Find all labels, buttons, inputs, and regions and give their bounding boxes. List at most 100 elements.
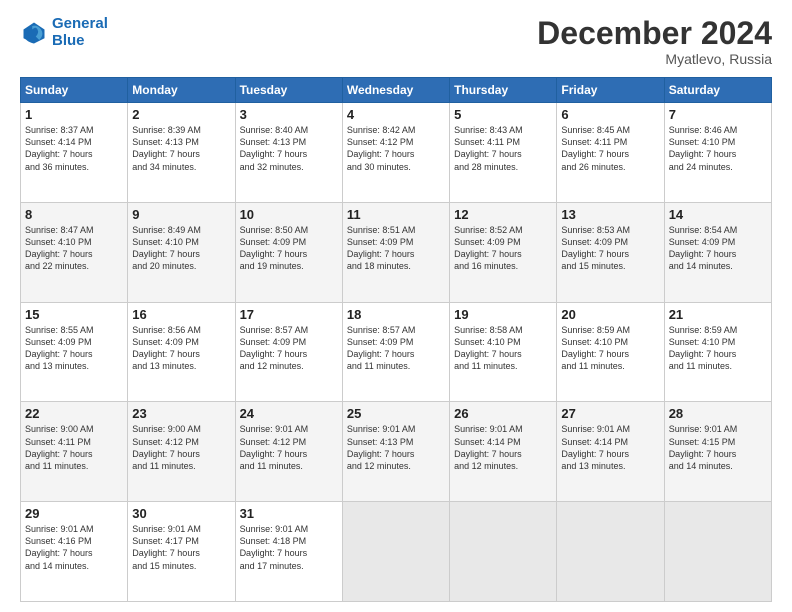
calendar-cell: 27Sunrise: 9:01 AM Sunset: 4:14 PM Dayli… <box>557 402 664 502</box>
day-number: 9 <box>132 207 230 222</box>
day-info: Sunrise: 8:55 AM Sunset: 4:09 PM Dayligh… <box>25 324 123 373</box>
day-info: Sunrise: 8:47 AM Sunset: 4:10 PM Dayligh… <box>25 224 123 273</box>
day-number: 31 <box>240 506 338 521</box>
week-row-1: 8Sunrise: 8:47 AM Sunset: 4:10 PM Daylig… <box>21 202 772 302</box>
calendar-cell: 4Sunrise: 8:42 AM Sunset: 4:12 PM Daylig… <box>342 103 449 203</box>
page: General Blue December 2024 Myatlevo, Rus… <box>0 0 792 612</box>
calendar-cell: 7Sunrise: 8:46 AM Sunset: 4:10 PM Daylig… <box>664 103 771 203</box>
week-row-4: 29 Sunrise: 9:01 AM Sunset: 4:16 PM Dayli… <box>21 502 772 602</box>
day-info: Sunrise: 8:39 AM Sunset: 4:13 PM Dayligh… <box>132 124 230 173</box>
day-number: 30 <box>132 506 230 521</box>
calendar-cell: 18 Sunrise: 8:57 AM Sunset: 4:09 PM Dayli… <box>342 302 449 402</box>
calendar-cell: 11 Sunrise: 8:51 AM Sunset: 4:09 PM Dayli… <box>342 202 449 302</box>
day-number: 3 <box>240 107 338 122</box>
day-info: Sunrise: 9:01 AM Sunset: 4:14 PM Dayligh… <box>454 423 552 472</box>
logo-icon <box>20 19 48 47</box>
calendar-cell: 10 Sunrise: 8:50 AM Sunset: 4:09 PM Dayli… <box>235 202 342 302</box>
day-info: Sunrise: 8:57 AM Sunset: 4:09 PM Dayligh… <box>347 324 445 373</box>
calendar-cell <box>342 502 449 602</box>
calendar-cell: 13 Sunrise: 8:53 AM Sunset: 4:09 PM Dayli… <box>557 202 664 302</box>
month-title: December 2024 <box>537 16 772 51</box>
day-info: Sunrise: 9:01 AM Sunset: 4:13 PM Dayligh… <box>347 423 445 472</box>
day-info: Sunrise: 9:01 AM Sunset: 4:18 PM Dayligh… <box>240 523 338 572</box>
day-number: 13 <box>561 207 659 222</box>
day-number: 25 <box>347 406 445 421</box>
day-number: 2 <box>132 107 230 122</box>
calendar-cell: 25 Sunrise: 9:01 AM Sunset: 4:13 PM Dayli… <box>342 402 449 502</box>
col-header-friday: Friday <box>557 78 664 103</box>
calendar-cell: 15 Sunrise: 8:55 AM Sunset: 4:09 PM Dayli… <box>21 302 128 402</box>
col-header-saturday: Saturday <box>664 78 771 103</box>
day-info: Sunrise: 8:50 AM Sunset: 4:09 PM Dayligh… <box>240 224 338 273</box>
calendar-table: SundayMondayTuesdayWednesdayThursdayFrid… <box>20 77 772 602</box>
day-number: 16 <box>132 307 230 322</box>
day-info: Sunrise: 8:40 AM Sunset: 4:13 PM Dayligh… <box>240 124 338 173</box>
day-info: Sunrise: 8:54 AM Sunset: 4:09 PM Dayligh… <box>669 224 767 273</box>
calendar-cell: 19 Sunrise: 8:58 AM Sunset: 4:10 PM Dayli… <box>450 302 557 402</box>
day-number: 15 <box>25 307 123 322</box>
day-number: 17 <box>240 307 338 322</box>
calendar-cell: 31 Sunrise: 9:01 AM Sunset: 4:18 PM Dayli… <box>235 502 342 602</box>
calendar-cell: 1Sunrise: 8:37 AM Sunset: 4:14 PM Daylig… <box>21 103 128 203</box>
calendar-header: SundayMondayTuesdayWednesdayThursdayFrid… <box>21 78 772 103</box>
day-number: 22 <box>25 406 123 421</box>
header-row: SundayMondayTuesdayWednesdayThursdayFrid… <box>21 78 772 103</box>
day-number: 1 <box>25 107 123 122</box>
day-info: Sunrise: 9:01 AM Sunset: 4:16 PM Dayligh… <box>25 523 123 572</box>
day-info: Sunrise: 9:00 AM Sunset: 4:12 PM Dayligh… <box>132 423 230 472</box>
calendar-cell: 22Sunrise: 9:00 AM Sunset: 4:11 PM Dayli… <box>21 402 128 502</box>
calendar-cell: 8Sunrise: 8:47 AM Sunset: 4:10 PM Daylig… <box>21 202 128 302</box>
day-info: Sunrise: 8:45 AM Sunset: 4:11 PM Dayligh… <box>561 124 659 173</box>
day-number: 23 <box>132 406 230 421</box>
day-number: 29 <box>25 506 123 521</box>
day-info: Sunrise: 8:59 AM Sunset: 4:10 PM Dayligh… <box>561 324 659 373</box>
col-header-monday: Monday <box>128 78 235 103</box>
day-number: 19 <box>454 307 552 322</box>
calendar-cell: 3 Sunrise: 8:40 AM Sunset: 4:13 PM Daylig… <box>235 103 342 203</box>
day-number: 12 <box>454 207 552 222</box>
day-info: Sunrise: 8:46 AM Sunset: 4:10 PM Dayligh… <box>669 124 767 173</box>
day-number: 24 <box>240 406 338 421</box>
day-number: 11 <box>347 207 445 222</box>
calendar-cell: 20Sunrise: 8:59 AM Sunset: 4:10 PM Dayli… <box>557 302 664 402</box>
day-info: Sunrise: 8:57 AM Sunset: 4:09 PM Dayligh… <box>240 324 338 373</box>
day-info: Sunrise: 8:53 AM Sunset: 4:09 PM Dayligh… <box>561 224 659 273</box>
logo-text: General Blue <box>52 16 108 49</box>
calendar-cell: 30Sunrise: 9:01 AM Sunset: 4:17 PM Dayli… <box>128 502 235 602</box>
week-row-0: 1Sunrise: 8:37 AM Sunset: 4:14 PM Daylig… <box>21 103 772 203</box>
calendar-cell: 24 Sunrise: 9:01 AM Sunset: 4:12 PM Dayli… <box>235 402 342 502</box>
header: General Blue December 2024 Myatlevo, Rus… <box>20 16 772 67</box>
day-info: Sunrise: 8:42 AM Sunset: 4:12 PM Dayligh… <box>347 124 445 173</box>
day-info: Sunrise: 8:49 AM Sunset: 4:10 PM Dayligh… <box>132 224 230 273</box>
calendar-cell: 9 Sunrise: 8:49 AM Sunset: 4:10 PM Daylig… <box>128 202 235 302</box>
day-number: 14 <box>669 207 767 222</box>
col-header-sunday: Sunday <box>21 78 128 103</box>
col-header-thursday: Thursday <box>450 78 557 103</box>
day-info: Sunrise: 9:01 AM Sunset: 4:14 PM Dayligh… <box>561 423 659 472</box>
calendar-cell <box>450 502 557 602</box>
week-row-3: 22Sunrise: 9:00 AM Sunset: 4:11 PM Dayli… <box>21 402 772 502</box>
calendar-cell: 5Sunrise: 8:43 AM Sunset: 4:11 PM Daylig… <box>450 103 557 203</box>
calendar-cell: 6 Sunrise: 8:45 AM Sunset: 4:11 PM Daylig… <box>557 103 664 203</box>
day-number: 5 <box>454 107 552 122</box>
day-info: Sunrise: 9:01 AM Sunset: 4:12 PM Dayligh… <box>240 423 338 472</box>
calendar-cell: 23 Sunrise: 9:00 AM Sunset: 4:12 PM Dayli… <box>128 402 235 502</box>
calendar-body: 1Sunrise: 8:37 AM Sunset: 4:14 PM Daylig… <box>21 103 772 602</box>
day-number: 18 <box>347 307 445 322</box>
calendar-cell: 26 Sunrise: 9:01 AM Sunset: 4:14 PM Dayli… <box>450 402 557 502</box>
week-row-2: 15 Sunrise: 8:55 AM Sunset: 4:09 PM Dayli… <box>21 302 772 402</box>
day-number: 10 <box>240 207 338 222</box>
day-number: 26 <box>454 406 552 421</box>
day-number: 21 <box>669 307 767 322</box>
day-number: 6 <box>561 107 659 122</box>
day-info: Sunrise: 8:58 AM Sunset: 4:10 PM Dayligh… <box>454 324 552 373</box>
calendar-cell: 2 Sunrise: 8:39 AM Sunset: 4:13 PM Daylig… <box>128 103 235 203</box>
calendar-cell: 16 Sunrise: 8:56 AM Sunset: 4:09 PM Dayli… <box>128 302 235 402</box>
location-subtitle: Myatlevo, Russia <box>537 51 772 67</box>
day-number: 28 <box>669 406 767 421</box>
day-info: Sunrise: 8:51 AM Sunset: 4:09 PM Dayligh… <box>347 224 445 273</box>
day-info: Sunrise: 8:56 AM Sunset: 4:09 PM Dayligh… <box>132 324 230 373</box>
day-info: Sunrise: 8:59 AM Sunset: 4:10 PM Dayligh… <box>669 324 767 373</box>
calendar-cell: 14 Sunrise: 8:54 AM Sunset: 4:09 PM Dayli… <box>664 202 771 302</box>
day-info: Sunrise: 8:52 AM Sunset: 4:09 PM Dayligh… <box>454 224 552 273</box>
